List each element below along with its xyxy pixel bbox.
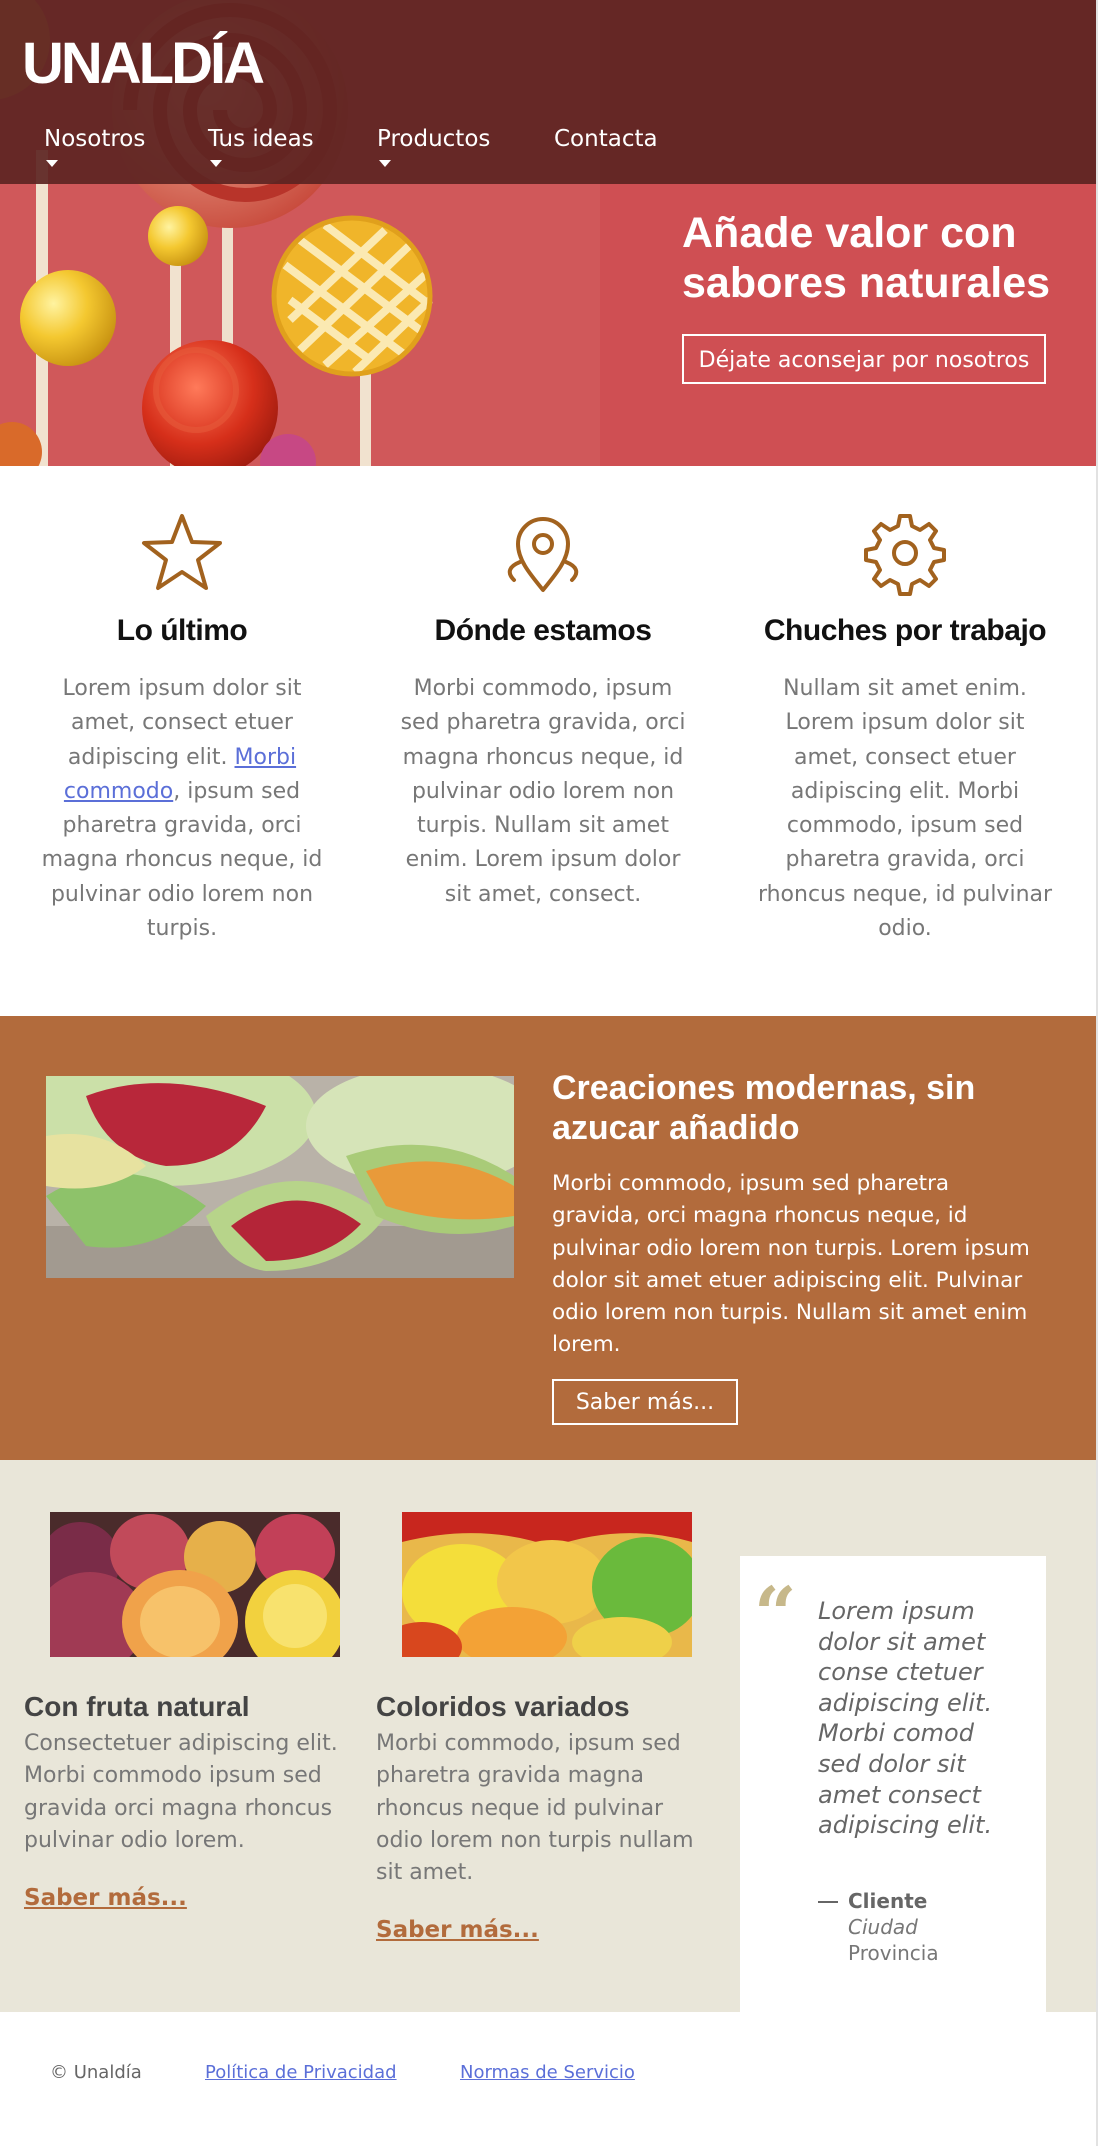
- card-title: Coloridos variados: [376, 1691, 630, 1722]
- jelly-candies-image: [402, 1512, 692, 1657]
- feature-lo-ultimo: Lo último Lorem ipsum dolor sit amet, co…: [32, 510, 332, 946]
- star-icon: [142, 514, 222, 590]
- cite-dash: [818, 1901, 838, 1903]
- card-saber-mas-link[interactable]: Saber más...: [24, 1885, 187, 1911]
- feature-title: Chuches por trabajo: [763, 614, 1047, 647]
- card-title: Con fruta natural: [24, 1691, 250, 1722]
- feature-text: Lorem ipsum dolor sit amet, consect etue…: [32, 672, 332, 946]
- nav-item-label: Productos: [377, 126, 491, 152]
- hero-cta-button[interactable]: Déjate aconsejar por nosotros: [682, 334, 1046, 384]
- card-saber-mas-link[interactable]: Saber más...: [376, 1917, 539, 1943]
- hero-banner: UNALDÍA Nosotros Tus ideas Productos Con…: [0, 0, 1096, 466]
- nav-item-nosotros[interactable]: Nosotros: [44, 126, 146, 167]
- feature-title: Dónde estamos: [434, 614, 652, 647]
- feature-chuches-por-trabajo: Chuches por trabajo Nullam sit amet enim…: [754, 510, 1056, 946]
- promo-saber-mas-button[interactable]: Saber más...: [552, 1379, 738, 1425]
- feature-title: Lo último: [116, 614, 248, 647]
- promo-text: Morbi commodo, ipsum sed pharetra gravid…: [552, 1171, 1030, 1358]
- nav-item-label: Tus ideas: [208, 126, 314, 152]
- site-logo[interactable]: UNALDÍA: [22, 32, 265, 96]
- gear-icon: [864, 514, 946, 596]
- testimonial-card: “ Lorem ipsum dolor sit amet conse ctetu…: [740, 1556, 1046, 2012]
- nav-item-contacta[interactable]: Contacta: [554, 126, 658, 152]
- melon-candy-image: [46, 1076, 514, 1278]
- copyright-text: © Unaldía: [50, 2062, 142, 2083]
- testimonial-quote: Lorem ipsum dolor sit amet conse ctetuer…: [818, 1597, 993, 1840]
- products-section: Con fruta natural Consectetuer adipiscin…: [0, 1460, 1096, 2012]
- nav-item-productos[interactable]: Productos: [377, 126, 491, 167]
- feature-donde-estamos: Dónde estamos Morbi commodo, ipsum sed p…: [393, 510, 693, 912]
- card-text: Consectetuer adipiscing elit. Morbi comm…: [24, 1731, 338, 1853]
- promo-section: Creaciones modernas, sin azucar añadido …: [0, 1016, 1096, 1460]
- location-pin-icon: [507, 517, 579, 592]
- testimonial-cite: Cliente Ciudad Provincia: [818, 1888, 939, 1966]
- quote-mark-icon: “: [754, 1572, 797, 1658]
- promo-title: Creaciones modernas, sin azucar añadido: [552, 1069, 976, 1147]
- nav-item-label: Nosotros: [44, 126, 146, 152]
- feature-text: Nullam sit amet enim. Lorem ipsum dolor …: [757, 676, 1053, 942]
- page: UNALDÍA Nosotros Tus ideas Productos Con…: [0, 0, 1098, 2146]
- card-text: Morbi commodo, ipsum sed pharetra gravid…: [376, 1731, 694, 1886]
- testimonial-author: Cliente: [848, 1889, 928, 1913]
- testimonial-city: Ciudad: [848, 1915, 918, 1939]
- dropdown-caret-icon: [210, 160, 222, 167]
- terms-of-service-link[interactable]: Normas de Servicio: [460, 2062, 635, 2083]
- hero-title: Añade valor con sabores naturales: [682, 209, 1051, 307]
- dropdown-caret-icon: [46, 160, 58, 167]
- gumdrops-image: [50, 1512, 340, 1657]
- testimonial-region: Provincia: [848, 1941, 939, 1965]
- privacy-policy-link[interactable]: Política de Privacidad: [205, 2062, 397, 2083]
- nav-item-label: Contacta: [554, 126, 658, 152]
- nav-item-tus-ideas[interactable]: Tus ideas: [208, 126, 314, 167]
- site-footer: © Unaldía Política de Privacidad Normas …: [0, 2012, 1096, 2146]
- dropdown-caret-icon: [379, 160, 391, 167]
- feature-text: Morbi commodo, ipsum sed pharetra gravid…: [400, 676, 686, 907]
